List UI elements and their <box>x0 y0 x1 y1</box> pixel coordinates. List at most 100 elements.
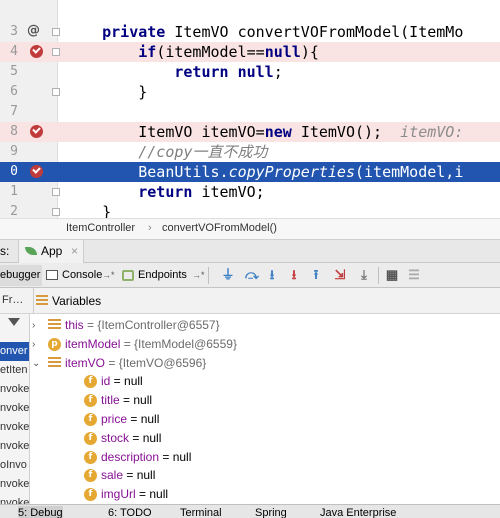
breakpoint-icon[interactable] <box>30 125 43 138</box>
fold-marker-icon[interactable] <box>52 208 60 216</box>
tool-tab[interactable]: 5: Debug <box>18 506 63 518</box>
fold-marker-icon[interactable] <box>52 28 60 36</box>
line-number[interactable]: 4 <box>0 42 18 62</box>
code-text[interactable]: BeanUtils.copyProperties(itemModel,i <box>66 162 463 182</box>
step-out-icon[interactable]: ⭱ <box>308 267 324 283</box>
code-text[interactable]: if(itemModel==null){ <box>66 42 319 62</box>
line-number[interactable]: 0 <box>0 162 18 182</box>
endpoints-icon <box>122 270 134 281</box>
line-number[interactable]: 9 <box>0 142 18 162</box>
breadcrumb-class[interactable]: ItemController <box>66 222 135 234</box>
object-variable-icon <box>48 319 61 332</box>
collapse-arrow-icon[interactable]: ⌄ <box>32 354 42 373</box>
frame-item[interactable]: nvoke <box>0 475 29 494</box>
variable-name-text: itemModel <box>65 336 121 351</box>
variable-name: this = {ItemController@6557} <box>65 316 220 335</box>
spring-leaf-icon <box>25 247 37 255</box>
variable-row[interactable]: ⌄ itemVO = {ItemVO@6596} <box>30 354 500 373</box>
frame-item[interactable]: nvoke <box>0 418 29 437</box>
code-editor[interactable]: 3 private ItemVO convertVOFromModel(Item… <box>0 0 500 218</box>
variable-row[interactable]: f description = null <box>30 448 500 467</box>
variable-row[interactable]: f id = null <box>30 372 500 391</box>
code-token: itemVO; <box>201 183 265 201</box>
pin-icon: →* <box>102 270 115 280</box>
tab-console[interactable]: Console →* <box>44 265 118 286</box>
fold-marker-icon[interactable] <box>52 188 60 196</box>
variable-row[interactable]: f stock = null <box>30 429 500 448</box>
tab-app[interactable]: App × <box>18 240 84 263</box>
line-number[interactable]: 8 <box>0 122 18 142</box>
breadcrumb-method[interactable]: convertVOFromModel() <box>162 222 277 234</box>
breakpoint-icon[interactable] <box>30 45 43 58</box>
fold-marker-icon[interactable] <box>52 48 60 56</box>
step-into-icon[interactable]: ⭳ <box>264 267 280 283</box>
fold-marker-icon[interactable] <box>52 88 60 96</box>
tab-endpoints-label: Endpoints <box>138 269 187 281</box>
run-to-cursor-icon[interactable]: ⤓ <box>356 267 372 283</box>
code-line[interactable]: 8 ItemVO itemVO=new ItemVO(); itemVO: <box>0 122 500 142</box>
line-number[interactable]: 5 <box>0 62 18 82</box>
code-line[interactable]: 0 BeanUtils.copyProperties(itemModel,i <box>0 162 500 182</box>
drop-frame-icon[interactable]: ⇲ <box>332 267 348 283</box>
frame-item[interactable]: nvoke <box>0 399 29 418</box>
tool-tab[interactable]: Spring <box>255 506 287 518</box>
variable-name: id = null <box>101 372 143 391</box>
tab-endpoints[interactable]: Endpoints →* <box>120 265 206 286</box>
code-text[interactable]: private ItemVO convertVOFromModel(ItemMo <box>66 22 463 42</box>
frame-item[interactable]: onver <box>0 342 29 361</box>
code-token: ; <box>273 63 283 81</box>
force-step-into-icon[interactable]: ⭳ <box>286 267 302 283</box>
variable-name-text: title <box>101 393 120 408</box>
line-number[interactable]: 7 <box>0 102 18 122</box>
frame-item[interactable]: nvoke <box>0 494 29 504</box>
expand-arrow-icon[interactable]: › <box>32 335 42 354</box>
breadcrumb-separator: › <box>148 222 152 234</box>
tool-tab[interactable]: 6: TODO <box>108 506 152 518</box>
tool-tab[interactable]: Java Enterprise <box>320 506 396 518</box>
variable-row[interactable]: f price = null <box>30 410 500 429</box>
code-line[interactable]: 7 <box>0 102 500 122</box>
frame-item[interactable]: nvoke <box>0 380 29 399</box>
variable-row[interactable]: f title = null <box>30 391 500 410</box>
step-over-icon[interactable]: ⤼ <box>244 267 260 283</box>
variable-row[interactable]: › p itemModel = {ItemModel@6559} <box>30 335 500 354</box>
line-number[interactable]: 2 <box>0 202 18 218</box>
code-text[interactable]: //copy一直不成功 <box>66 142 267 162</box>
variable-row[interactable]: › this = {ItemController@6557} <box>30 316 500 335</box>
override-annotation-icon[interactable]: @ <box>27 23 40 38</box>
frames-label: Fr… <box>2 294 24 306</box>
code-line[interactable]: 5 return null; <box>0 62 500 82</box>
variable-row[interactable]: f sale = null <box>30 466 500 485</box>
variable-name-text: imgUrl <box>101 487 136 502</box>
frame-item[interactable]: oInvo <box>0 456 29 475</box>
frame-item[interactable]: nvoke <box>0 437 29 456</box>
line-number[interactable]: 1 <box>0 182 18 202</box>
line-number[interactable]: 6 <box>0 82 18 102</box>
variable-row[interactable]: f imgUrl = null <box>30 485 500 504</box>
show-execution-point-icon[interactable]: ⏚ <box>220 267 236 283</box>
code-text[interactable]: ItemVO itemVO=new ItemVO(); itemVO: <box>66 122 463 142</box>
expand-arrow-icon[interactable]: › <box>32 316 42 335</box>
code-line[interactable]: 1 return itemVO; <box>0 182 500 202</box>
code-line[interactable]: 3 private ItemVO convertVOFromModel(Item… <box>0 22 500 42</box>
code-text[interactable]: return null; <box>66 62 283 82</box>
frame-item[interactable]: etIten <box>0 361 29 380</box>
tab-debugger-label: ebugger <box>0 269 41 281</box>
line-number[interactable]: 3 <box>0 22 18 42</box>
code-line[interactable]: 9 //copy一直不成功 <box>0 142 500 162</box>
evaluate-expression-icon[interactable]: ▦ <box>384 267 400 283</box>
variable-name: itemModel = {ItemModel@6559} <box>65 335 237 354</box>
tool-tab[interactable]: Terminal <box>180 506 222 518</box>
code-line[interactable]: 2 } <box>0 202 500 218</box>
code-line[interactable]: 6 } <box>0 82 500 102</box>
filter-icon[interactable] <box>8 318 20 326</box>
code-text[interactable]: return itemVO; <box>66 182 265 202</box>
trace-icon[interactable]: ☰ <box>406 267 422 283</box>
code-text[interactable]: } <box>66 202 111 218</box>
code-text[interactable]: } <box>66 82 147 102</box>
close-icon[interactable]: × <box>71 244 78 258</box>
tab-debugger[interactable]: ebugger <box>0 265 42 286</box>
breakpoint-icon[interactable] <box>30 165 43 178</box>
variable-name-text: id <box>101 374 111 389</box>
code-line[interactable]: 4 if(itemModel==null){ <box>0 42 500 62</box>
